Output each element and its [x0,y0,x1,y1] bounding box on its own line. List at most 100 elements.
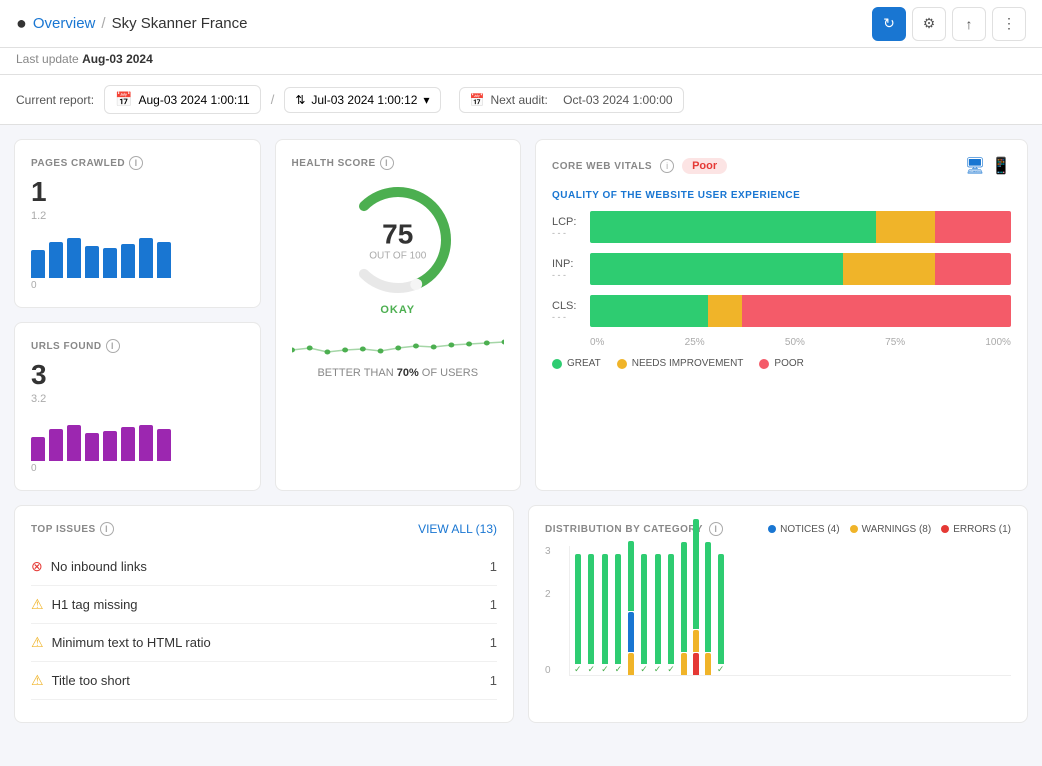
y-label-0: 0 [545,665,551,676]
urls-found-ymax: 3.2 [31,393,244,405]
dist-yellow-bar [693,630,699,652]
urls-y-min: 0 [31,463,37,474]
bar [31,437,45,461]
cwv-title: CORE WEB VITALS [552,161,652,172]
dist-teal-bar [718,554,724,664]
legend-poor-label: POOR [774,358,803,369]
pages-y-min: 0 [31,280,37,291]
check-mark-3: ✓ [615,664,623,675]
dist-bar-col-4 [628,541,634,675]
issue-row-4: ⚠ Title too short 1 [31,662,497,700]
dist-warnings-label: WARNINGS (8) [862,524,932,535]
inp-yellow-seg [843,253,936,285]
breadcrumb-sep: / [101,15,105,32]
overview-link[interactable]: Overview [33,15,96,32]
last-update-date: Aug-03 2024 [82,52,153,66]
urls-info-icon[interactable]: i [106,339,120,353]
next-audit-calendar-icon: 📅 [470,93,485,107]
dist-group-3: ✓ [615,554,623,675]
bar [121,427,135,461]
bar [121,244,135,278]
cwv-poor-badge: Poor [682,158,727,174]
dist-bar-col-10 [705,542,711,675]
better-than-prefix: BETTER THAN [317,367,396,379]
pages-crawled-info-icon[interactable]: i [129,156,143,170]
dist-teal-bar [575,554,581,664]
calendar-icon: 📅 [115,91,132,108]
better-than-text: BETTER THAN 70% OF USERS [292,367,505,379]
gauge-text: 75 OUT OF 100 [369,219,426,262]
distribution-header: DISTRIBUTION BY CATEGORY i NOTICES (4) W… [545,522,1011,536]
more-button[interactable]: ⋮ [992,7,1026,41]
settings-button[interactable]: ⚙ [912,7,946,41]
pages-crawled-ymax: 1.2 [31,210,244,222]
cwv-legend: GREAT NEEDS IMPROVEMENT POOR [552,358,1011,369]
top-issues-info-icon[interactable]: i [100,522,114,536]
cls-bar [590,295,1011,327]
bar [103,431,117,461]
issue-text-1: No inbound links [51,559,147,574]
dist-bar-col-0 [575,554,581,664]
issue-left-3: ⚠ Minimum text to HTML ratio [31,634,211,651]
warning-icon-4: ⚠ [31,672,44,689]
bar [85,433,99,461]
dist-legend-errors: ERRORS (1) [941,524,1011,535]
refresh-button[interactable]: ↻ [872,7,906,41]
main-content: PAGES CRAWLED i 1 1.2 0 URLS FOUND i 3 3… [0,125,1042,737]
y-label-2: 2 [545,589,551,600]
top-issues-header: TOP ISSUES i VIEW ALL (13) [31,522,497,536]
bottom-row: TOP ISSUES i VIEW ALL (13) ⊗ No inbound … [14,505,1028,723]
issue-text-4: Title too short [52,673,130,688]
health-score-center: 75 OUT OF 100 OKAY [292,180,505,316]
mobile-icon[interactable]: 📱 [991,156,1011,176]
next-audit-button[interactable]: 📅 Next audit: Oct-03 2024 1:00:00 [459,87,684,113]
issue-count-3: 1 [490,635,497,650]
view-all-link[interactable]: VIEW ALL (13) [418,522,497,536]
axis-50: 50% [785,337,805,348]
inp-bar [590,253,1011,285]
legend-needs-dot [617,359,627,369]
export-button[interactable]: ↑ [952,7,986,41]
breadcrumb: ● Overview / Sky Skanner France [16,13,247,34]
better-than-pct: 70% [397,367,419,379]
inp-red-seg [935,253,1011,285]
check-mark-11: ✓ [717,664,725,675]
desktop-icon[interactable]: 🖥 [965,156,985,176]
dist-group-6: ✓ [654,554,662,675]
bar [85,246,99,278]
legend-needs-label: NEEDS IMPROVEMENT [632,358,744,369]
bar [139,238,153,278]
cwv-subtitle: QUALITY OF THE WEBSITE USER EXPERIENCE [552,190,1011,201]
distribution-info-icon[interactable]: i [709,522,723,536]
cwv-info-icon[interactable]: i [660,159,674,173]
dist-group-1: ✓ [588,554,596,675]
dist-bar-col-1 [588,554,594,664]
dist-yellow-bar [705,653,711,675]
bar [49,242,63,278]
urls-found-value: 3 [31,359,244,391]
current-date-value: Aug-03 2024 1:00:11 [138,93,249,107]
lcp-bar [590,211,1011,243]
inp-row: INP: - - - [552,253,1011,285]
dist-teal-bar [693,519,699,629]
cwv-title-group: CORE WEB VITALS i Poor [552,158,727,174]
check-mark-5: ✓ [640,664,648,675]
compare-date-button[interactable]: ⇅ Jul-03 2024 1:00:12 ▾ [284,87,440,113]
subheader: Last update Aug-03 2024 [0,48,1042,75]
warning-icon-3: ⚠ [31,634,44,651]
dist-bars-area: ✓✓✓✓✓✓✓✓ [569,546,1011,676]
dist-group-9 [693,519,699,675]
next-audit-label: Next audit: [490,93,547,107]
header: ● Overview / Sky Skanner France ↻ ⚙ ↑ ⋮ [0,0,1042,48]
cwv-card: CORE WEB VITALS i Poor 🖥 📱 QUALITY OF TH… [535,139,1028,491]
dist-legend-notices: NOTICES (4) [768,524,839,535]
gauge-wrap: 75 OUT OF 100 [338,180,458,300]
issue-row-2: ⚠ H1 tag missing 1 [31,586,497,624]
current-date-button[interactable]: 📅 Aug-03 2024 1:00:11 [104,85,261,114]
top-issues-title: TOP ISSUES i [31,522,114,536]
issue-row-3: ⚠ Minimum text to HTML ratio 1 [31,624,497,662]
dist-group-7: ✓ [667,554,675,675]
issue-left-1: ⊗ No inbound links [31,558,147,575]
issue-row-1: ⊗ No inbound links 1 [31,548,497,586]
legend-needs-improvement: NEEDS IMPROVEMENT [617,358,744,369]
